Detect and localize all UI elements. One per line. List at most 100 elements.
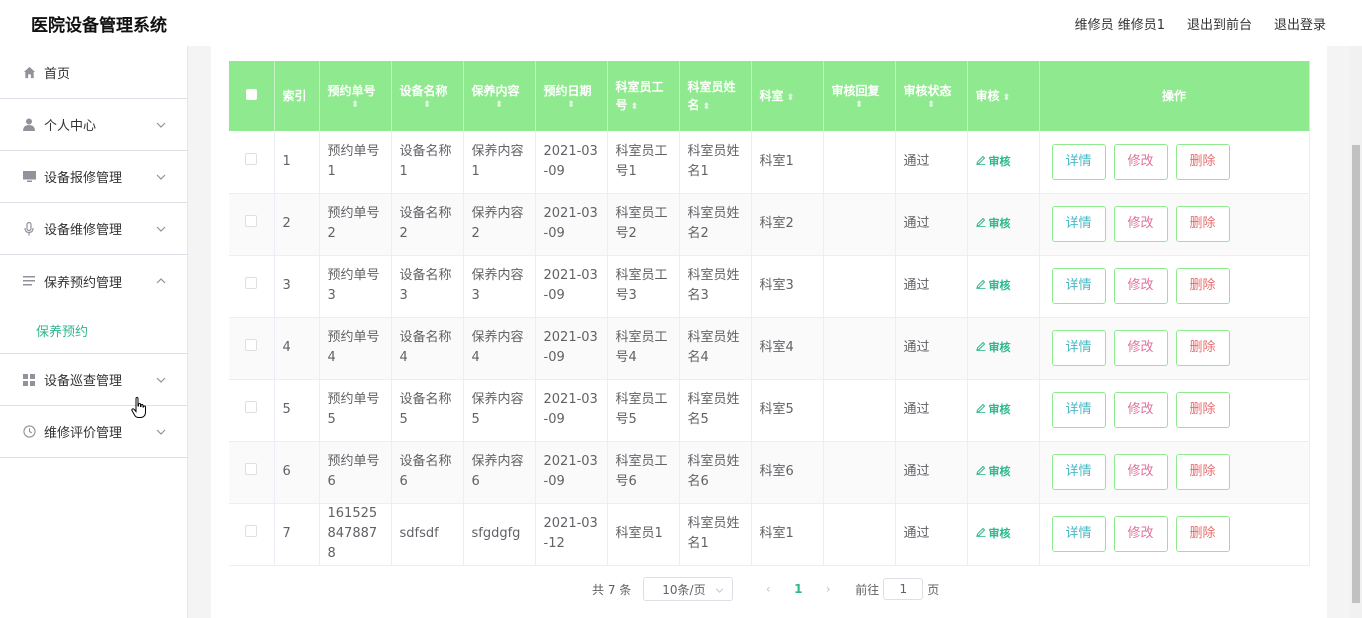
row-select-cell[interactable] bbox=[229, 317, 275, 380]
detail-button[interactable]: 详情 bbox=[1051, 392, 1106, 428]
audit-link[interactable]: 审核 bbox=[975, 214, 1011, 234]
column-header[interactable]: 预约日期 ⬍ bbox=[535, 61, 608, 131]
sidebar-item-personal-center[interactable]: 个人中心 bbox=[0, 99, 187, 151]
audit-link[interactable]: 审核 bbox=[975, 400, 1011, 420]
detail-button[interactable]: 详情 bbox=[1051, 330, 1106, 366]
prev-page-button[interactable]: ‹ bbox=[753, 582, 783, 596]
menu-lines-icon bbox=[22, 274, 36, 288]
row-checkbox[interactable] bbox=[245, 339, 258, 351]
delete-button[interactable]: 删除 bbox=[1175, 454, 1230, 490]
edit-button[interactable]: 修改 bbox=[1113, 206, 1168, 242]
row-select-cell[interactable] bbox=[229, 441, 275, 504]
cell-dept: 科室3 bbox=[751, 255, 824, 318]
edit-button[interactable]: 修改 bbox=[1113, 454, 1168, 490]
sort-icon[interactable]: ⬍ bbox=[628, 102, 639, 112]
cell-device: sdfsdf bbox=[391, 503, 464, 566]
column-header[interactable]: 保养内容 ⬍ bbox=[463, 61, 536, 131]
delete-button[interactable]: 删除 bbox=[1175, 392, 1230, 428]
logout-link[interactable]: 退出登录 bbox=[1274, 14, 1326, 33]
cell-content: 保养内容4 bbox=[463, 317, 536, 380]
sort-icon[interactable]: ⬍ bbox=[784, 93, 795, 103]
sort-icon[interactable]: ⬍ bbox=[904, 100, 959, 110]
row-checkbox[interactable] bbox=[245, 463, 258, 475]
sort-icon[interactable]: ⬍ bbox=[400, 100, 455, 110]
row-select-cell[interactable] bbox=[229, 255, 275, 318]
column-header[interactable]: 科室员姓名 ⬍ bbox=[679, 61, 752, 131]
column-header[interactable]: 科室员工号 ⬍ bbox=[607, 61, 680, 131]
sort-icon[interactable]: ⬍ bbox=[700, 102, 711, 112]
cell-emp-no: 科室员工号3 bbox=[607, 255, 680, 318]
audit-link[interactable]: 审核 bbox=[975, 276, 1011, 296]
detail-button[interactable]: 详情 bbox=[1051, 143, 1106, 180]
audit-link[interactable]: 审核 bbox=[975, 152, 1011, 172]
delete-button[interactable]: 删除 bbox=[1175, 330, 1230, 366]
next-page-button[interactable]: › bbox=[813, 582, 843, 596]
sidebar-item-evaluation[interactable]: 维修评价管理 bbox=[0, 406, 187, 458]
column-header[interactable]: 审核回复 ⬍ bbox=[823, 61, 896, 131]
row-select-cell[interactable] bbox=[229, 503, 275, 566]
row-select-cell[interactable] bbox=[229, 193, 275, 256]
sidebar-item-inspection[interactable]: 设备巡查管理 bbox=[0, 354, 187, 406]
page-size-select[interactable]: 10条/页 bbox=[643, 577, 734, 601]
sidebar-item-label: 设备报修管理 bbox=[44, 171, 123, 186]
row-checkbox[interactable] bbox=[245, 401, 258, 413]
sidebar-item-maintenance-appointment[interactable]: 保养预约管理 bbox=[0, 255, 187, 307]
actions-cell: 详情 修改 删除 bbox=[1039, 317, 1310, 380]
audit-link[interactable]: 审核 bbox=[975, 524, 1011, 544]
sort-icon[interactable]: ⬍ bbox=[832, 100, 887, 110]
delete-button[interactable]: 删除 bbox=[1175, 206, 1230, 242]
cell-emp-no: 科室员1 bbox=[607, 503, 680, 566]
submenu-item-maintenance-booking[interactable]: 保养预约 bbox=[0, 307, 187, 353]
page-number-current[interactable]: 1 bbox=[783, 582, 813, 596]
row-checkbox[interactable] bbox=[245, 525, 258, 537]
chevron-down-icon bbox=[155, 171, 167, 183]
sort-icon[interactable]: ⬍ bbox=[544, 100, 599, 110]
sidebar-item-repair-management[interactable]: 设备维修管理 bbox=[0, 203, 187, 255]
column-header[interactable]: 科室 ⬍ bbox=[751, 61, 824, 131]
edit-button[interactable]: 修改 bbox=[1113, 330, 1168, 366]
sidebar-item-home[interactable]: 首页 bbox=[0, 46, 187, 99]
column-header[interactable]: 审核状态 ⬍ bbox=[895, 61, 968, 131]
edit-button[interactable]: 修改 bbox=[1113, 392, 1168, 428]
row-checkbox[interactable] bbox=[245, 215, 258, 227]
sort-icon[interactable]: ⬍ bbox=[472, 100, 527, 110]
cell-order-no: 预约单号6 bbox=[319, 441, 392, 504]
column-header[interactable]: 审核 ⬍ bbox=[967, 61, 1040, 131]
actions-cell: 详情 修改 删除 bbox=[1039, 193, 1310, 256]
detail-button[interactable]: 详情 bbox=[1051, 268, 1106, 304]
row-checkbox[interactable] bbox=[245, 152, 258, 165]
sort-icon[interactable]: ⬍ bbox=[328, 100, 383, 110]
sidebar-item-repair-request[interactable]: 设备报修管理 bbox=[0, 151, 187, 203]
row-select-cell[interactable] bbox=[229, 379, 275, 442]
delete-button[interactable]: 删除 bbox=[1175, 268, 1230, 304]
cell-index: 1 bbox=[274, 131, 320, 194]
delete-button[interactable]: 删除 bbox=[1175, 143, 1230, 180]
column-header[interactable]: 预约单号 ⬍ bbox=[319, 61, 392, 131]
sort-icon[interactable]: ⬍ bbox=[1000, 93, 1011, 103]
edit-button[interactable]: 修改 bbox=[1113, 143, 1168, 180]
back-to-front-link[interactable]: 退出到前台 bbox=[1187, 14, 1252, 33]
row-checkbox[interactable] bbox=[245, 277, 258, 289]
cell-order-no: 预约单号5 bbox=[319, 379, 392, 442]
scrollbar-thumb[interactable] bbox=[1352, 145, 1360, 603]
goto-page-input[interactable] bbox=[883, 578, 924, 600]
cell-order-no: 预约单号2 bbox=[319, 193, 392, 256]
audit-link[interactable]: 审核 bbox=[975, 338, 1011, 358]
sidebar: 首页 个人中心 设备报修管理 设备维修管理 保养预约管理 保养预约 设备巡查管理… bbox=[0, 46, 188, 618]
cell-emp-name: 科室员姓名3 bbox=[679, 255, 752, 318]
detail-button[interactable]: 详情 bbox=[1051, 516, 1106, 552]
total-count: 共 7 条 bbox=[592, 582, 632, 597]
edit-button[interactable]: 修改 bbox=[1113, 516, 1168, 552]
cell-content: 保养内容1 bbox=[463, 131, 536, 194]
audit-link[interactable]: 审核 bbox=[975, 462, 1011, 482]
cell-emp-name: 科室员姓名5 bbox=[679, 379, 752, 442]
select-all-checkbox[interactable] bbox=[245, 89, 257, 100]
edit-button[interactable]: 修改 bbox=[1113, 268, 1168, 304]
select-all-cell[interactable] bbox=[229, 61, 275, 131]
delete-button[interactable]: 删除 bbox=[1175, 516, 1230, 552]
sidebar-item-label: 设备维修管理 bbox=[44, 223, 123, 238]
detail-button[interactable]: 详情 bbox=[1051, 454, 1106, 490]
column-header[interactable]: 设备名称 ⬍ bbox=[391, 61, 464, 131]
detail-button[interactable]: 详情 bbox=[1051, 206, 1106, 242]
row-select-cell[interactable] bbox=[229, 131, 275, 194]
